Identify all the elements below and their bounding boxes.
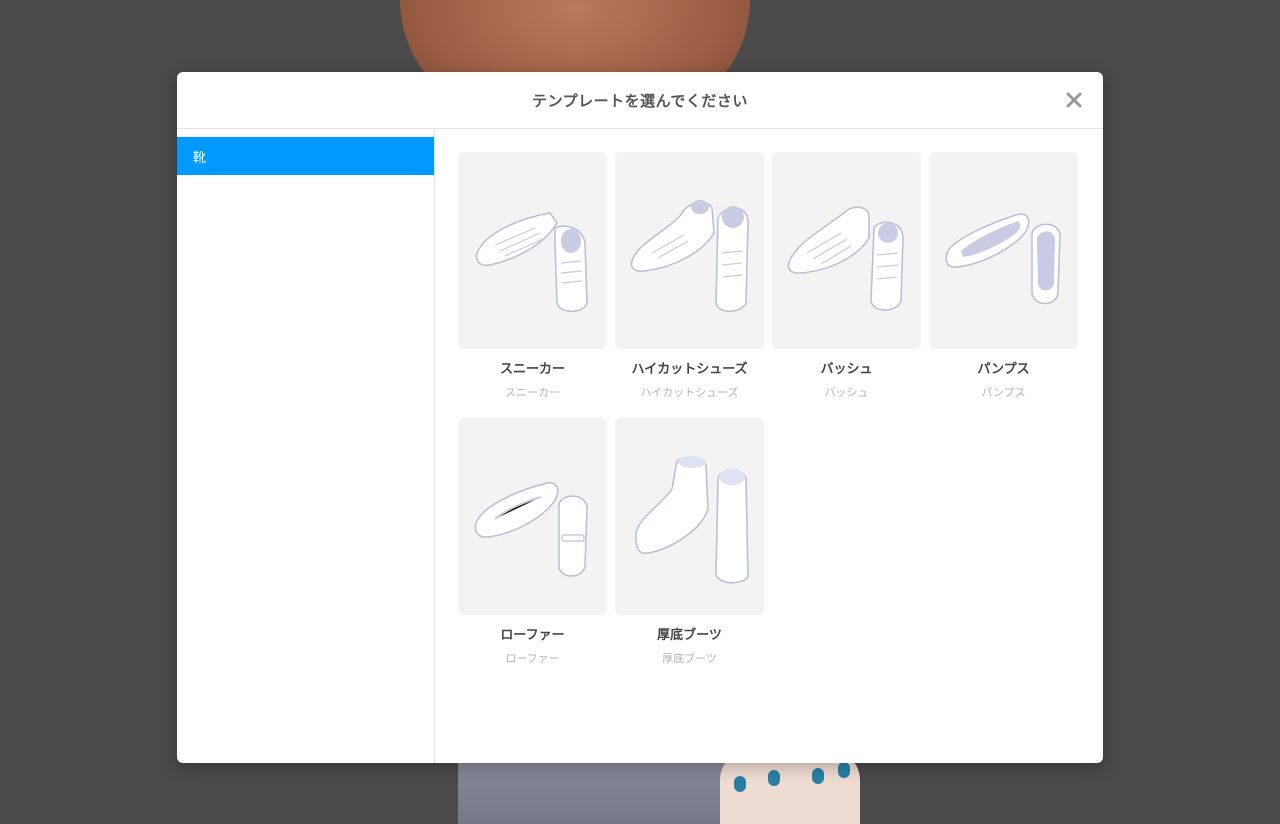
template-subtitle: パンプス — [981, 386, 1026, 399]
template-subtitle: ハイカットシューズ — [640, 386, 739, 399]
template-subtitle: ローファー — [505, 652, 560, 665]
template-card-pumps[interactable]: パンプス パンプス — [929, 152, 1078, 400]
dialog-header: テンプレートを選んでください — [177, 72, 1103, 129]
template-name: バッシュ — [820, 362, 873, 377]
category-item-shoes[interactable]: 靴 — [177, 137, 434, 175]
template-thumbnail — [458, 418, 607, 615]
pumps-icon — [945, 213, 1061, 305]
template-thumbnail — [772, 152, 921, 349]
template-grid: スニーカー スニーカー ハイカットシューズ ハイカットシューズ バッシュ バッシ… — [435, 129, 1103, 763]
template-name: ローファー — [500, 628, 565, 643]
dialog-title: テンプレートを選んでください — [532, 91, 748, 110]
template-card-platform-boots[interactable]: 厚底ブーツ 厚底ブーツ — [615, 418, 764, 666]
close-button[interactable] — [1063, 89, 1085, 111]
close-icon — [1066, 92, 1082, 108]
template-card-high-cut-shoes[interactable]: ハイカットシューズ ハイカットシューズ — [615, 152, 764, 400]
template-name: ハイカットシューズ — [631, 362, 748, 377]
basketball-shoes-icon — [787, 206, 904, 311]
template-subtitle: スニーカー — [505, 386, 560, 399]
template-name: 厚底ブーツ — [657, 628, 722, 643]
high-cut-shoes-icon — [630, 200, 749, 312]
template-thumbnail — [615, 152, 764, 349]
template-name: スニーカー — [499, 362, 565, 377]
category-item-label: 靴 — [193, 150, 207, 166]
template-thumbnail — [929, 152, 1078, 349]
template-select-dialog: テンプレートを選んでください 靴 スニーカー スニーカー ハイカットシューズ ハ… — [177, 72, 1103, 763]
template-subtitle: 厚底ブーツ — [662, 652, 717, 665]
template-thumbnail — [458, 152, 607, 349]
platform-boots-icon — [635, 456, 749, 584]
template-card-loafer[interactable]: ローファー ローファー — [458, 418, 607, 666]
template-card-sneaker[interactable]: スニーカー スニーカー — [458, 152, 607, 400]
dialog-body: 靴 スニーカー スニーカー ハイカットシューズ ハイカットシューズ バッシュ バ… — [177, 129, 1103, 763]
template-thumbnail — [615, 418, 764, 615]
loafer-icon — [474, 482, 588, 577]
template-card-basketball-shoes[interactable]: バッシュ バッシュ — [772, 152, 921, 400]
sneaker-icon — [475, 212, 588, 312]
template-name: パンプス — [977, 362, 1030, 377]
category-sidebar: 靴 — [177, 129, 435, 763]
template-subtitle: バッシュ — [824, 386, 869, 399]
